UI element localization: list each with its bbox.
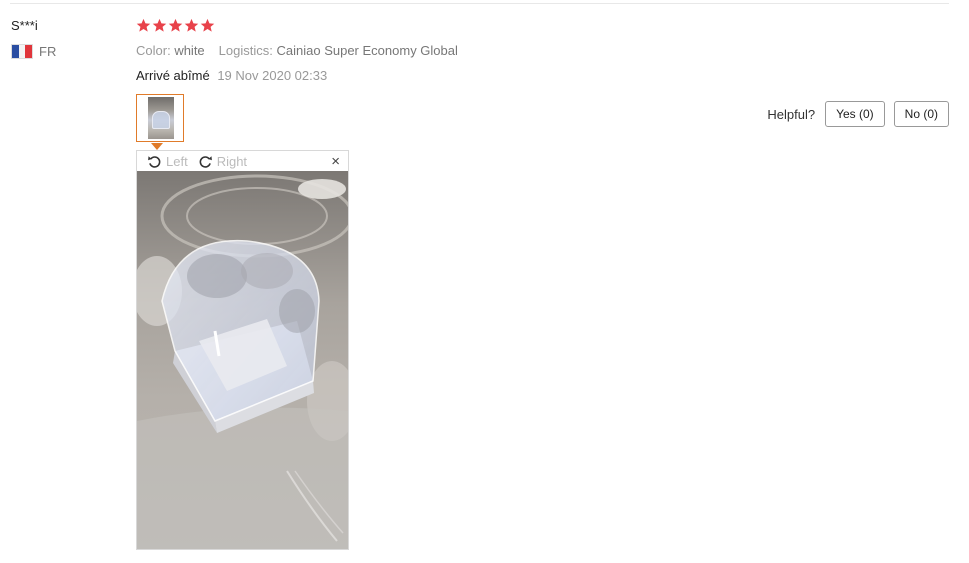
helpful-no-button[interactable]: No (0) — [893, 101, 949, 127]
star-icon — [184, 18, 199, 32]
divider — [10, 3, 949, 4]
review-meta: Color: white Logistics: Cainiao Super Ec… — [136, 43, 458, 58]
helpful-vote: Helpful? Yes (0) No (0) — [767, 101, 949, 127]
color-info: Color: white — [136, 43, 205, 58]
image-viewer: Left Right × — [136, 150, 349, 550]
rotate-right-icon — [199, 155, 212, 168]
rotate-right-label: Right — [216, 153, 248, 169]
star-icon — [168, 18, 183, 32]
star-icon — [152, 18, 167, 32]
rotate-left-button[interactable]: Left — [147, 154, 188, 169]
color-value: white — [174, 43, 205, 58]
selected-pointer — [151, 143, 163, 150]
viewer-toolbar: Left Right × — [137, 151, 348, 172]
logistics-value: Cainiao Super Economy Global — [276, 43, 458, 58]
review-photo — [137, 171, 348, 549]
rotate-right-button[interactable]: Right — [198, 154, 247, 169]
review-content: Arrivé abîmé 19 Nov 2020 02:33 — [136, 68, 327, 83]
star-icon — [136, 18, 151, 32]
reviewer-country: FR — [11, 44, 56, 59]
logistics-info: Logistics: Cainiao Super Economy Global — [219, 43, 458, 58]
star-icon — [200, 18, 215, 32]
rotate-left-label: Left — [166, 153, 188, 169]
close-icon[interactable]: × — [331, 154, 340, 169]
review-photo-thumbnail[interactable] — [136, 94, 184, 142]
thumbnail-object — [152, 111, 170, 129]
star-rating — [136, 18, 215, 33]
helpful-yes-button[interactable]: Yes (0) — [825, 101, 885, 127]
france-flag-icon — [11, 44, 33, 59]
rotate-left-icon — [148, 155, 161, 168]
logistics-label: Logistics: — [218, 43, 273, 58]
country-code: FR — [39, 44, 57, 59]
review-date: 19 Nov 2020 02:33 — [217, 68, 328, 83]
review-text: Arrivé abîmé — [136, 68, 210, 83]
reviewer-name: S***i — [11, 18, 38, 33]
helpful-label: Helpful? — [767, 106, 816, 122]
color-label: Color: — [136, 43, 171, 58]
